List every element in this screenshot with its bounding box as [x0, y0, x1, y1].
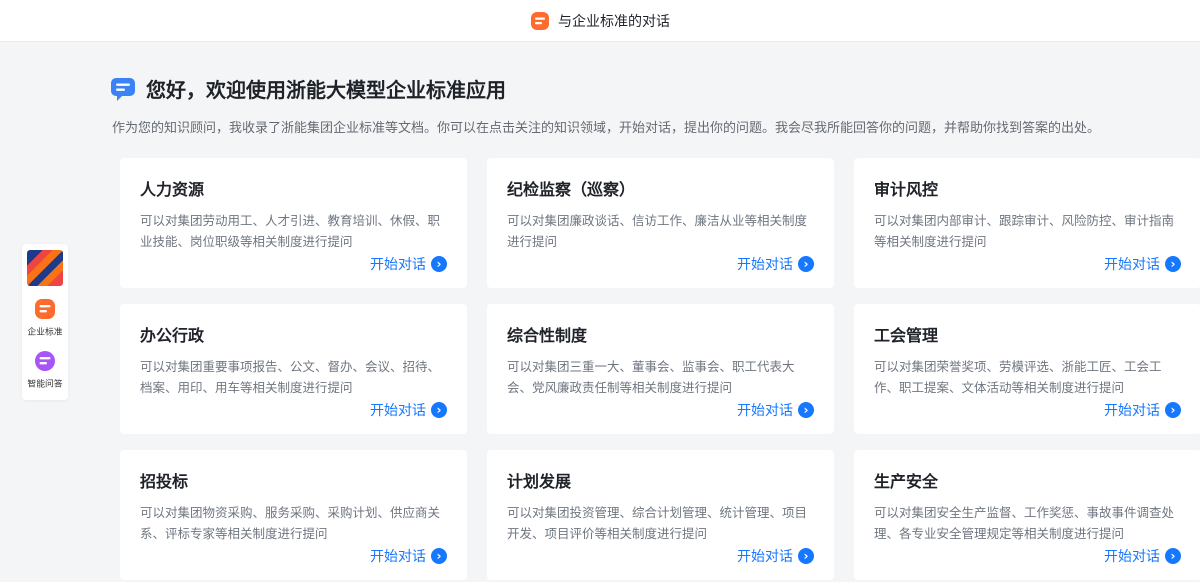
card-description: 可以对集团廉政谈话、信访工作、廉洁从业等相关制度进行提问: [507, 210, 814, 254]
arrow-right-icon: ›: [431, 402, 447, 418]
sidebar-item-label: 企业标准: [27, 324, 62, 337]
knowledge-card: 纪检监察（巡察） 可以对集团廉政谈话、信访工作、廉洁从业等相关制度进行提问 开始…: [487, 158, 834, 288]
arrow-right-icon: ›: [798, 256, 814, 272]
start-chat-link[interactable]: 开始对话 ›: [874, 254, 1181, 274]
start-chat-link[interactable]: 开始对话 ›: [140, 400, 447, 420]
card-description: 可以对集团劳动用工、人才引进、教育培训、休假、职业技能、岗位职级等相关制度进行提…: [140, 210, 447, 254]
card-title: 综合性制度: [507, 322, 814, 346]
start-chat-link[interactable]: 开始对话 ›: [507, 546, 814, 566]
card-description: 可以对集团物资采购、服务采购、采购计划、供应商关系、评标专家等相关制度进行提问: [140, 502, 447, 546]
header: 与企业标准的对话: [0, 0, 1200, 42]
start-chat-link[interactable]: 开始对话 ›: [140, 254, 447, 274]
card-title: 工会管理: [874, 322, 1181, 346]
knowledge-card: 办公行政 可以对集团重要事项报告、公文、督办、会议、招待、档案、用印、用车等相关…: [120, 304, 467, 434]
card-title: 审计风控: [874, 176, 1181, 200]
sidebar-item-label: 智能问答: [27, 376, 62, 389]
main-content: 您好，欢迎使用浙能大模型企业标准应用 作为您的知识顾问，我收录了浙能集团企业标准…: [0, 74, 1200, 580]
start-chat-link[interactable]: 开始对话 ›: [507, 400, 814, 420]
welcome-title: 您好，欢迎使用浙能大模型企业标准应用: [146, 74, 506, 103]
card-title: 计划发展: [507, 468, 814, 492]
welcome-header: 您好，欢迎使用浙能大模型企业标准应用: [110, 74, 1200, 103]
card-title: 办公行政: [140, 322, 447, 346]
welcome-subtitle: 作为您的知识顾问，我收录了浙能集团企业标准等文档。你可以在点击关注的知识领域，开…: [110, 117, 1200, 136]
start-chat-link[interactable]: 开始对话 ›: [874, 400, 1181, 420]
start-chat-label: 开始对话: [1104, 546, 1160, 566]
cards-grid: 人力资源 可以对集团劳动用工、人才引进、教育培训、休假、职业技能、岗位职级等相关…: [120, 158, 1200, 580]
arrow-right-icon: ›: [431, 548, 447, 564]
card-description: 可以对集团内部审计、跟踪审计、风险防控、审计指南等相关制度进行提问: [874, 210, 1181, 254]
start-chat-label: 开始对话: [737, 400, 793, 420]
arrow-right-icon: ›: [1165, 548, 1181, 564]
knowledge-card: 综合性制度 可以对集团三重一大、董事会、监事会、职工代表大会、党风廉政责任制等相…: [487, 304, 834, 434]
start-chat-label: 开始对话: [1104, 400, 1160, 420]
sidebar-item-enterprise-standard[interactable]: 企业标准: [25, 298, 65, 338]
knowledge-card: 招投标 可以对集团物资采购、服务采购、采购计划、供应商关系、评标专家等相关制度进…: [120, 450, 467, 580]
knowledge-card: 工会管理 可以对集团荣誉奖项、劳模评选、浙能工匠、工会工作、职工提案、文体活动等…: [854, 304, 1200, 434]
enterprise-standard-icon: [34, 298, 56, 320]
card-title: 招投标: [140, 468, 447, 492]
card-title: 纪检监察（巡察）: [507, 176, 814, 200]
start-chat-label: 开始对话: [737, 254, 793, 274]
page-title: 与企业标准的对话: [558, 11, 670, 31]
chat-bubble-icon: [110, 76, 136, 102]
start-chat-link[interactable]: 开始对话 ›: [507, 254, 814, 274]
knowledge-card: 计划发展 可以对集团投资管理、综合计划管理、统计管理、项目开发、项目评价等相关制…: [487, 450, 834, 580]
sidebar-item-smart-qa[interactable]: 智能问答: [25, 350, 65, 390]
start-chat-link[interactable]: 开始对话 ›: [874, 546, 1181, 566]
arrow-right-icon: ›: [1165, 256, 1181, 272]
app-logo[interactable]: [27, 250, 63, 286]
card-description: 可以对集团荣誉奖项、劳模评选、浙能工匠、工会工作、职工提案、文体活动等相关制度进…: [874, 356, 1181, 400]
knowledge-card: 人力资源 可以对集团劳动用工、人才引进、教育培训、休假、职业技能、岗位职级等相关…: [120, 158, 467, 288]
knowledge-card: 审计风控 可以对集团内部审计、跟踪审计、风险防控、审计指南等相关制度进行提问 开…: [854, 158, 1200, 288]
smart-qa-icon: [34, 350, 56, 372]
arrow-right-icon: ›: [1165, 402, 1181, 418]
card-description: 可以对集团安全生产监督、工作奖惩、事故事件调查处理、各专业安全管理规定等相关制度…: [874, 502, 1181, 546]
start-chat-label: 开始对话: [370, 400, 426, 420]
card-description: 可以对集团投资管理、综合计划管理、统计管理、项目开发、项目评价等相关制度进行提问: [507, 502, 814, 546]
card-description: 可以对集团重要事项报告、公文、督办、会议、招待、档案、用印、用车等相关制度进行提…: [140, 356, 447, 400]
start-chat-link[interactable]: 开始对话 ›: [140, 546, 447, 566]
arrow-right-icon: ›: [798, 548, 814, 564]
card-title: 生产安全: [874, 468, 1181, 492]
knowledge-card: 生产安全 可以对集团安全生产监督、工作奖惩、事故事件调查处理、各专业安全管理规定…: [854, 450, 1200, 580]
card-description: 可以对集团三重一大、董事会、监事会、职工代表大会、党风廉政责任制等相关制度进行提…: [507, 356, 814, 400]
start-chat-label: 开始对话: [737, 546, 793, 566]
sidebar: 企业标准 智能问答: [22, 244, 68, 400]
start-chat-label: 开始对话: [370, 546, 426, 566]
start-chat-label: 开始对话: [1104, 254, 1160, 274]
enterprise-standard-icon: [530, 11, 550, 31]
card-title: 人力资源: [140, 176, 447, 200]
arrow-right-icon: ›: [431, 256, 447, 272]
arrow-right-icon: ›: [798, 402, 814, 418]
start-chat-label: 开始对话: [370, 254, 426, 274]
